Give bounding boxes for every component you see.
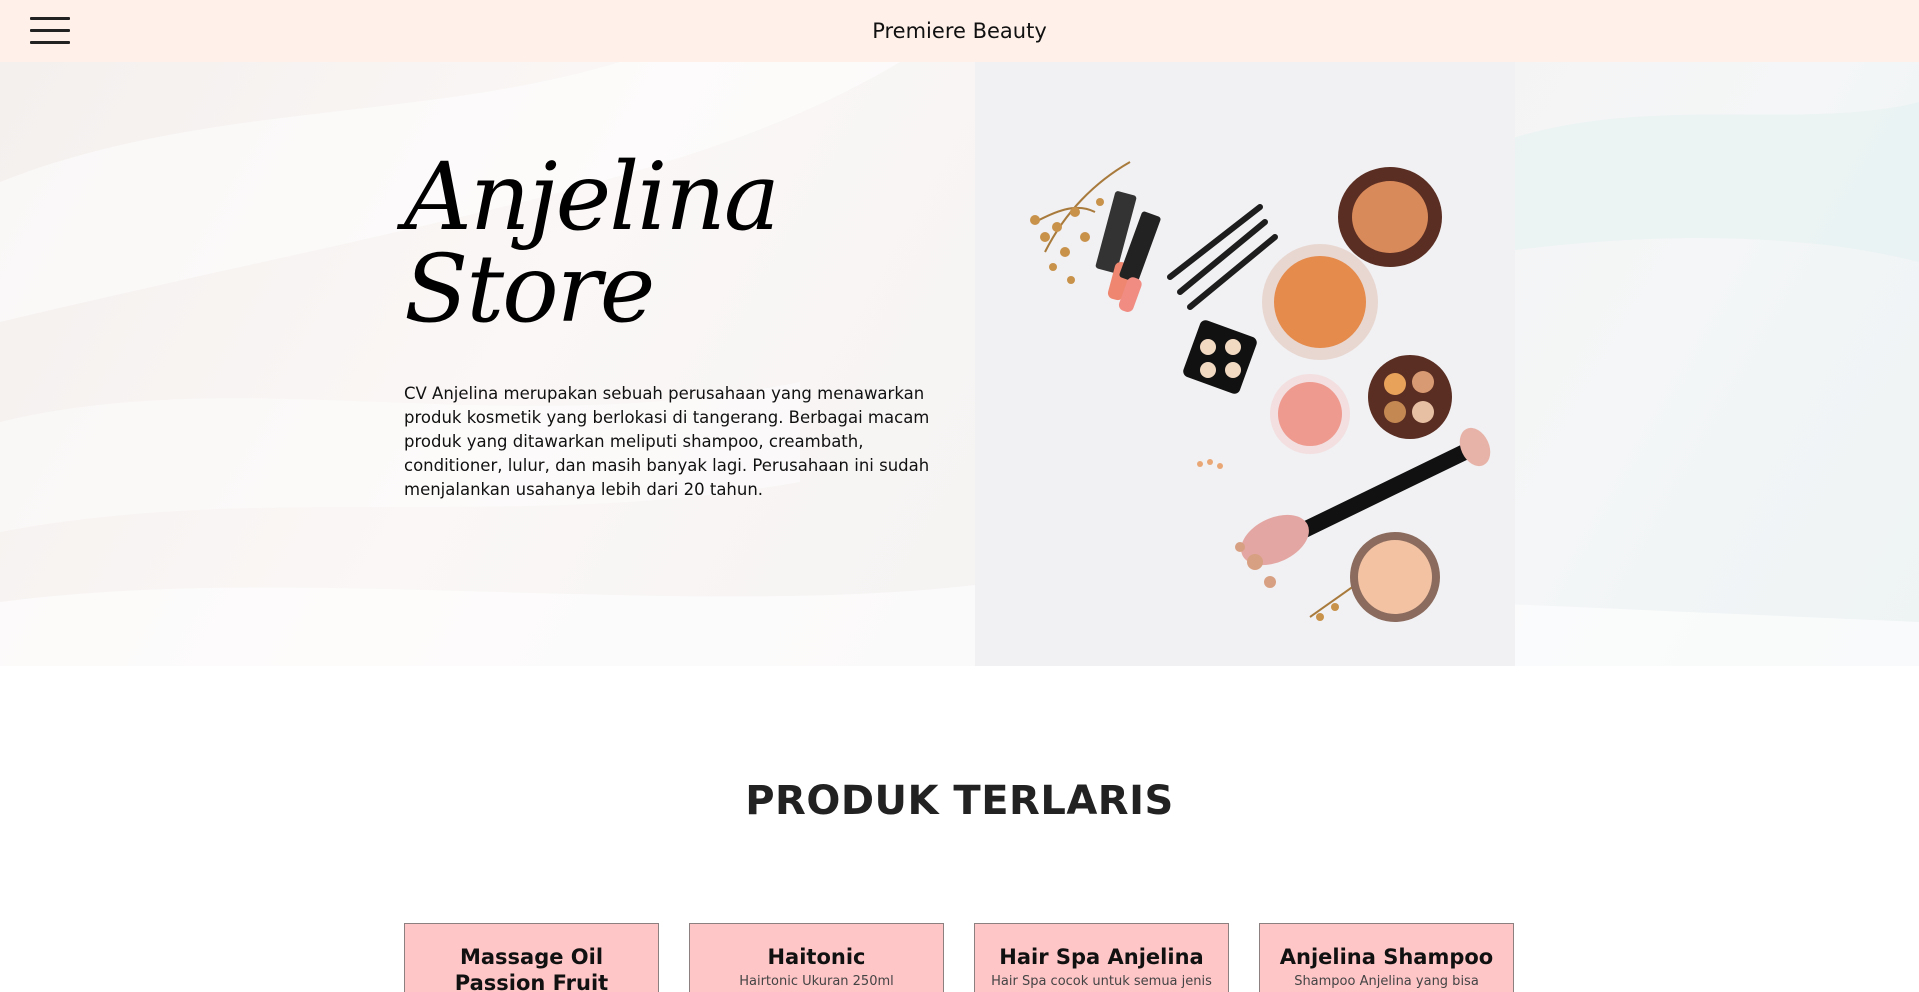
product-card[interactable]: Massage Oil Passion Fruit: [404, 923, 659, 992]
product-name: Massage Oil Passion Fruit: [454, 945, 609, 992]
product-card[interactable]: Haitonic Hairtonic Ukuran 250ml: [689, 923, 944, 992]
hamburger-menu-icon[interactable]: [30, 17, 70, 45]
product-card[interactable]: Anjelina Shampoo Shampoo Anjelina yang b…: [1259, 923, 1514, 992]
hero-title: Anjelina Store: [404, 143, 780, 344]
hero-background-texture: [0, 62, 1919, 666]
product-card[interactable]: Hair Spa Anjelina Hair Spa cocok untuk s…: [974, 923, 1229, 992]
section-title: PRODUK TERLARIS: [745, 778, 1174, 824]
hero-title-line2: Store: [404, 235, 655, 344]
menu-line: [30, 41, 70, 44]
hero-description: CV Anjelina merupakan sebuah perusahaan …: [404, 384, 930, 499]
hero-title-line1: Anjelina: [404, 143, 780, 252]
brand-container: Premiere Beauty: [0, 0, 1919, 62]
brand-title[interactable]: Premiere Beauty: [872, 19, 1047, 43]
top-bar: Premiere Beauty: [0, 0, 1919, 62]
menu-line: [30, 17, 70, 20]
hero-section: Anjelina Store CV Anjelina merupakan seb…: [0, 62, 1919, 666]
product-name: Anjelina Shampoo: [1279, 945, 1494, 969]
menu-line: [30, 29, 70, 32]
product-name: Hair Spa Anjelina: [999, 945, 1204, 969]
product-desc: Hairtonic Ukuran 250ml: [739, 974, 894, 989]
product-desc: Shampoo Anjelina yang bisa: [1294, 974, 1479, 989]
cosmetics-photo: [975, 62, 1515, 666]
product-name: Haitonic: [767, 945, 866, 969]
product-desc: Hair Spa cocok untuk semua jenis: [991, 974, 1212, 989]
